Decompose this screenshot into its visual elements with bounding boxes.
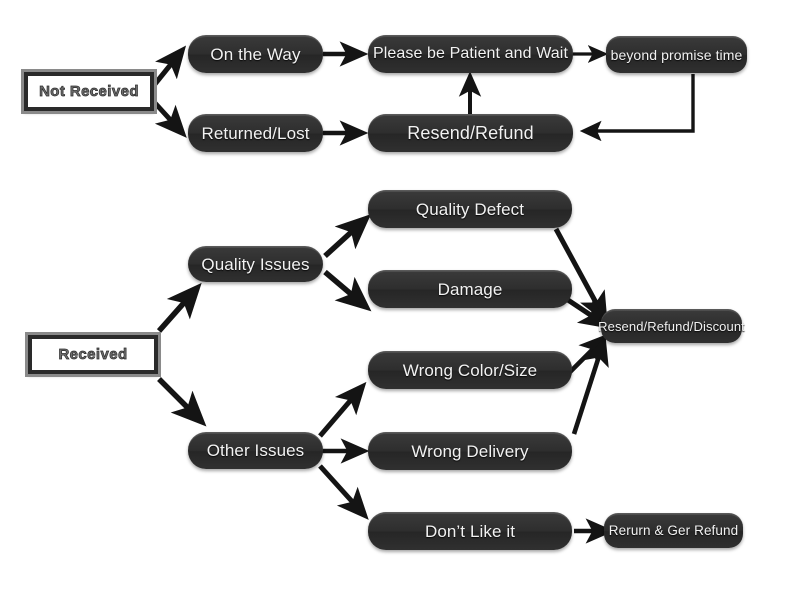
node-wrong-color-size[interactable]: Wrong Color/Size	[368, 351, 572, 389]
node-quality-issues-label: Quality Issues	[201, 254, 310, 274]
node-please-wait[interactable]: Please be Patient and Wait	[368, 35, 573, 73]
node-resend-refund-discount-label: Resend/Refund/Discount	[598, 318, 745, 334]
edge-otherissues-dontlike	[318, 464, 369, 520]
node-wrong-color-size-label: Wrong Color/Size	[402, 360, 538, 380]
node-on-the-way-label: On the Way	[210, 44, 301, 64]
edge-received-qualityissues	[156, 282, 202, 333]
node-dont-like-it-label: Don’t Like it	[424, 521, 516, 541]
node-beyond-promise-time[interactable]: beyond promise time	[606, 36, 747, 73]
node-please-wait-label: Please be Patient and Wait	[372, 45, 568, 63]
node-other-issues-label: Other Issues	[206, 441, 305, 461]
node-resend-refund-discount[interactable]: Resend/Refund/Discount	[598, 309, 745, 343]
edge-notreceived-returnedlost	[153, 101, 187, 138]
node-wrong-delivery[interactable]: Wrong Delivery	[368, 432, 572, 470]
node-not-received[interactable]: Not Received	[21, 69, 157, 114]
node-quality-defect-label: Quality Defect	[415, 199, 525, 219]
node-damage-label: Damage	[437, 279, 503, 299]
node-on-the-way[interactable]: On the Way	[188, 35, 323, 73]
node-damage[interactable]: Damage	[368, 270, 572, 308]
edge-received-otherissues	[157, 377, 207, 427]
node-beyond-promise-time-label: beyond promise time	[610, 46, 743, 63]
node-return-get-refund[interactable]: Rerurn & Ger Refund	[604, 513, 743, 548]
flowchart-canvas: Not Received On the Way Returned/Lost Pl…	[0, 0, 800, 600]
node-received-label: Received	[58, 346, 128, 364]
node-returned-lost[interactable]: Returned/Lost	[188, 114, 323, 152]
edge-otherissues-wrongcolorsize	[318, 381, 367, 438]
edge-wrongdelivery-resendrefunddiscount	[571, 335, 609, 435]
node-resend-refund-label: Resend/Refund	[407, 123, 534, 144]
edge-qualityissues-damage	[323, 269, 372, 312]
node-returned-lost-label: Returned/Lost	[201, 123, 310, 143]
edge-qualityissues-qualitydefect	[323, 214, 372, 259]
edge-damage-resendrefunddiscount	[566, 297, 612, 329]
edge-wrongcolorsize-resendrefunddiscount	[566, 333, 609, 376]
node-other-issues[interactable]: Other Issues	[188, 432, 323, 469]
node-received[interactable]: Received	[25, 332, 161, 377]
edge-notreceived-ontheway	[153, 45, 187, 86]
node-resend-refund[interactable]: Resend/Refund	[368, 114, 573, 152]
edge-beyondpromise-resendrefund	[579, 74, 695, 142]
node-wrong-delivery-label: Wrong Delivery	[411, 441, 529, 461]
node-dont-like-it[interactable]: Don’t Like it	[368, 512, 572, 550]
node-not-received-label: Not Received	[39, 83, 139, 101]
node-quality-defect[interactable]: Quality Defect	[368, 190, 572, 228]
node-quality-issues[interactable]: Quality Issues	[188, 246, 323, 282]
node-return-get-refund-label: Rerurn & Ger Refund	[608, 522, 739, 538]
